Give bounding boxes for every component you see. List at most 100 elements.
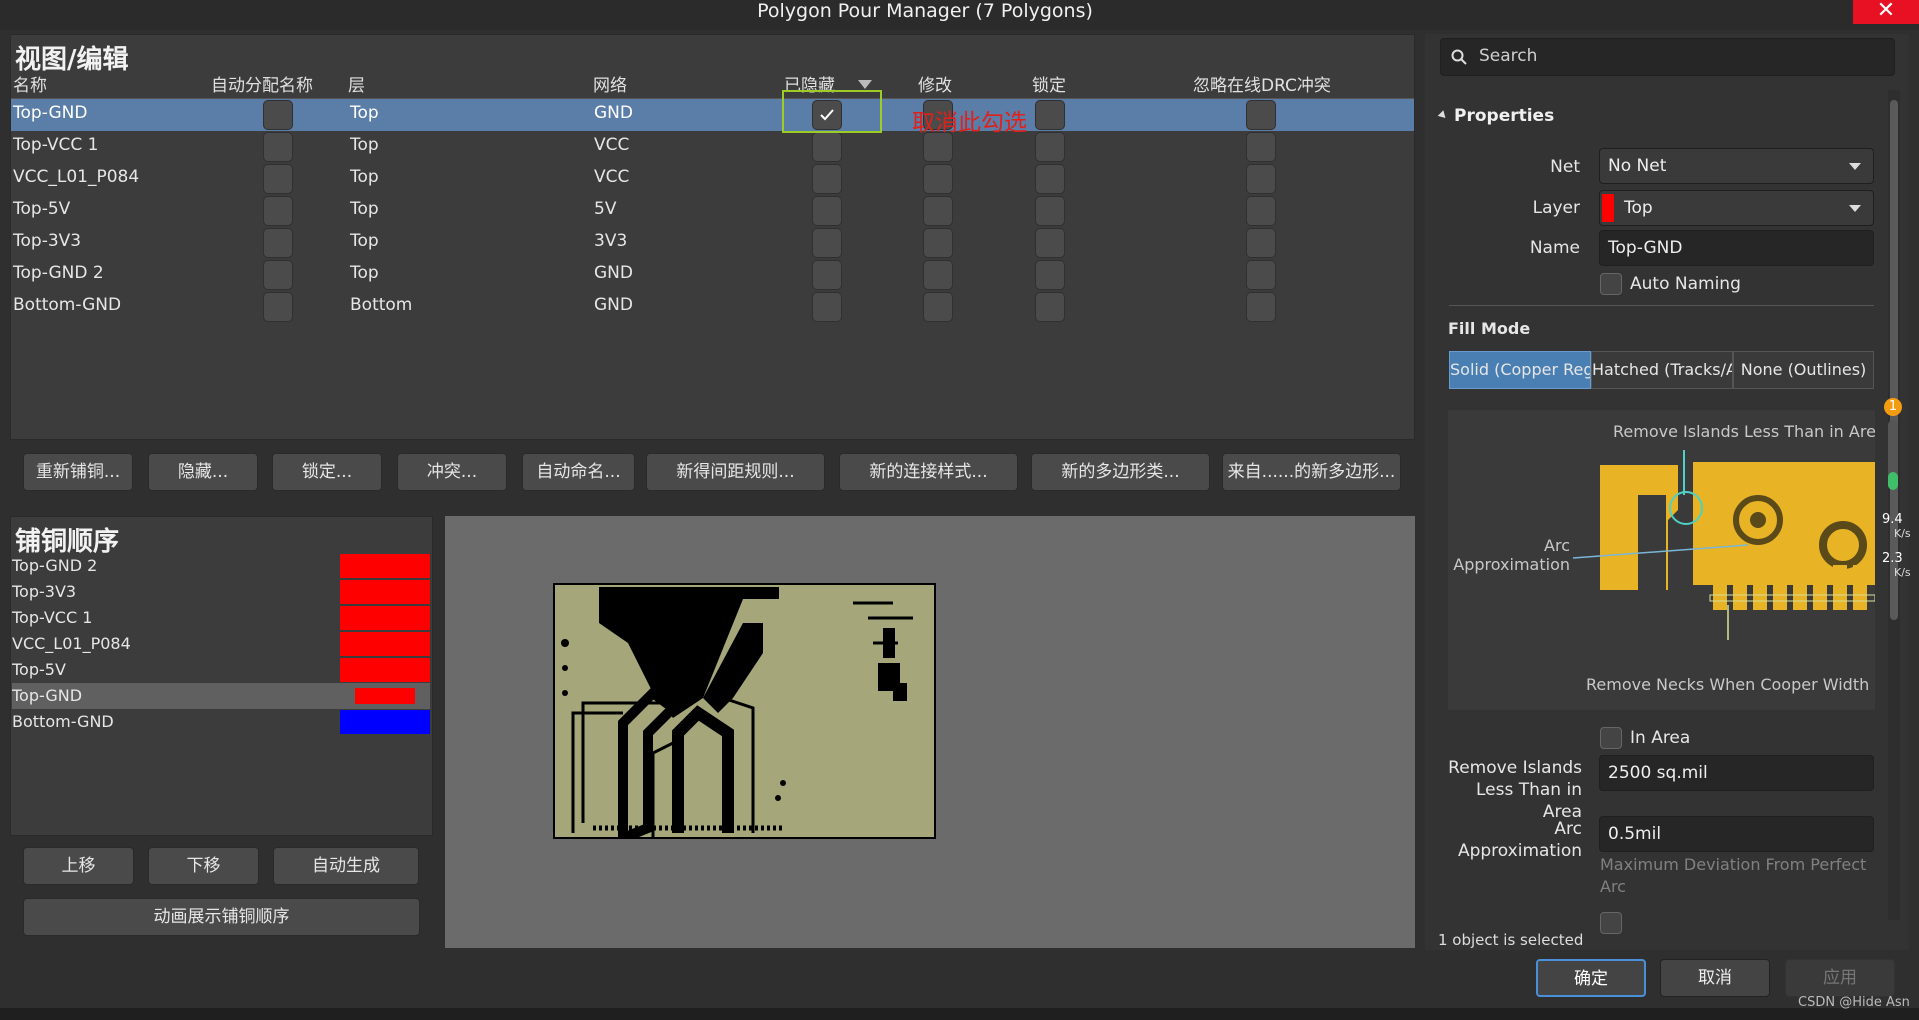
lock-button[interactable]: 锁定... <box>272 453 382 491</box>
list-item[interactable]: Top-3V3 <box>12 579 430 605</box>
search-icon <box>1451 49 1467 65</box>
table-row[interactable]: Top-3V3 Top 3V3 <box>11 227 1414 259</box>
remove-islands-field[interactable]: 2500 sq.mil <box>1599 755 1874 791</box>
violations-button[interactable]: 冲突... <box>397 453 507 491</box>
apply-button[interactable]: 应用 <box>1785 959 1895 997</box>
animate-pour-order-button[interactable]: 动画展示铺铜顺序 <box>23 898 420 936</box>
fill-mode-hatched[interactable]: Hatched (Tracks/A <box>1591 351 1733 389</box>
col-lock[interactable]: 锁定 <box>1032 74 1066 98</box>
auto-name-checkbox[interactable] <box>263 292 293 322</box>
list-item[interactable]: Top-GND 2 <box>12 553 430 579</box>
partial-checkbox[interactable] <box>1600 912 1622 934</box>
row-name: VCC_L01_P084 <box>13 167 140 187</box>
ok-button[interactable]: 确定 <box>1536 959 1646 997</box>
list-item-label: VCC_L01_P084 <box>12 634 131 653</box>
row-layer: Top <box>350 263 379 283</box>
fill-mode-solid[interactable]: Solid (Copper Reg <box>1449 351 1591 389</box>
modify-checkbox[interactable] <box>923 292 953 322</box>
col-modify[interactable]: 修改 <box>918 74 952 98</box>
new-connection-style-button[interactable]: 新的连接样式... <box>839 453 1018 491</box>
table-row[interactable]: Bottom-GND Bottom GND <box>11 291 1414 323</box>
ignore-drc-checkbox[interactable] <box>1246 196 1276 226</box>
layer-select[interactable]: Top <box>1599 190 1874 226</box>
modify-checkbox[interactable] <box>923 228 953 258</box>
auto-name-checkbox[interactable] <box>263 196 293 226</box>
table-row[interactable]: Top-5V Top 5V <box>11 195 1414 227</box>
name-field[interactable]: Top-GND <box>1599 230 1874 266</box>
auto-name-checkbox[interactable] <box>263 164 293 194</box>
arc-approximation-field[interactable]: 0.5mil <box>1599 816 1874 852</box>
list-item[interactable]: Top-5V <box>12 657 430 683</box>
cancel-button[interactable]: 取消 <box>1660 959 1770 997</box>
in-area-checkbox[interactable] <box>1600 727 1622 749</box>
pour-color-swatch <box>340 710 430 734</box>
close-button[interactable]: ✕ <box>1853 0 1919 24</box>
hide-button[interactable]: 隐藏... <box>148 453 258 491</box>
auto-generate-button[interactable]: 自动生成 <box>273 847 419 885</box>
new-polygon-class-button[interactable]: 新的多边形类... <box>1031 453 1210 491</box>
list-item[interactable]: Top-GND <box>12 683 430 709</box>
table-row[interactable]: Top-GND Top GND <box>11 99 1414 131</box>
auto-name-button[interactable]: 自动命名... <box>522 453 635 491</box>
hidden-checkbox[interactable] <box>812 132 842 162</box>
table-row[interactable]: Top-GND 2 Top GND <box>11 259 1414 291</box>
upload-speed: 9.4 <box>1882 512 1903 527</box>
list-item[interactable]: Top-VCC 1 <box>12 605 430 631</box>
net-select[interactable]: No Net <box>1599 148 1874 184</box>
ignore-drc-checkbox[interactable] <box>1246 228 1276 258</box>
table-row[interactable]: Top-VCC 1 Top VCC <box>11 131 1414 163</box>
auto-naming-checkbox[interactable] <box>1600 273 1622 295</box>
modify-checkbox[interactable] <box>923 164 953 194</box>
move-up-button[interactable]: 上移 <box>23 847 134 885</box>
properties-section-title[interactable]: Properties <box>1454 106 1554 126</box>
in-area-label: In Area <box>1630 728 1691 748</box>
new-polygon-from-button[interactable]: 来自......的新多边形... <box>1222 453 1401 491</box>
lock-checkbox[interactable] <box>1035 260 1065 290</box>
hidden-checkbox[interactable] <box>812 164 842 194</box>
col-net[interactable]: 网络 <box>593 74 627 98</box>
row-net: VCC <box>594 135 630 155</box>
col-layer[interactable]: 层 <box>348 74 365 98</box>
row-name: Top-3V3 <box>13 231 82 251</box>
lock-checkbox[interactable] <box>1035 164 1065 194</box>
hidden-checkbox[interactable] <box>812 292 842 322</box>
auto-name-checkbox[interactable] <box>263 260 293 290</box>
lock-checkbox[interactable] <box>1035 132 1065 162</box>
lock-checkbox[interactable] <box>1035 292 1065 322</box>
pour-color-swatch <box>340 606 430 630</box>
list-item[interactable]: VCC_L01_P084 <box>12 631 430 657</box>
bottom-strip <box>0 1008 1919 1020</box>
auto-name-checkbox[interactable] <box>263 100 293 130</box>
col-name[interactable]: 名称 <box>13 74 47 98</box>
modify-checkbox[interactable] <box>923 260 953 290</box>
move-down-button[interactable]: 下移 <box>148 847 259 885</box>
ignore-drc-checkbox[interactable] <box>1246 100 1276 130</box>
hidden-checkbox[interactable] <box>812 260 842 290</box>
list-item[interactable]: Bottom-GND <box>12 709 430 735</box>
lock-checkbox[interactable] <box>1035 100 1065 130</box>
row-layer: Top <box>350 167 379 187</box>
ignore-drc-checkbox[interactable] <box>1246 260 1276 290</box>
hidden-checkbox[interactable] <box>812 196 842 226</box>
row-net: 5V <box>594 199 617 219</box>
row-layer: Top <box>350 199 379 219</box>
ignore-drc-checkbox[interactable] <box>1246 292 1276 322</box>
ignore-drc-checkbox[interactable] <box>1246 132 1276 162</box>
search-input[interactable]: Search <box>1440 38 1895 76</box>
lock-checkbox[interactable] <box>1035 196 1065 226</box>
auto-name-checkbox[interactable] <box>263 132 293 162</box>
window-title: Polygon Pour Manager (7 Polygons) <box>757 0 1093 22</box>
table-row[interactable]: VCC_L01_P084 Top VCC <box>11 163 1414 195</box>
auto-name-checkbox[interactable] <box>263 228 293 258</box>
pour-color-swatch <box>355 688 415 704</box>
lock-checkbox[interactable] <box>1035 228 1065 258</box>
modify-checkbox[interactable] <box>923 196 953 226</box>
hidden-checkbox[interactable] <box>812 228 842 258</box>
col-auto-name[interactable]: 自动分配名称 <box>211 74 313 98</box>
layer-select-value: Top <box>1624 198 1653 218</box>
fill-mode-none[interactable]: None (Outlines) <box>1733 351 1874 389</box>
ignore-drc-checkbox[interactable] <box>1246 164 1276 194</box>
repour-button[interactable]: 重新铺铜... <box>23 453 133 491</box>
new-clearance-rule-button[interactable]: 新得间距规则... <box>646 453 825 491</box>
col-ignore-drc[interactable]: 忽略在线DRC冲突 <box>1193 74 1331 98</box>
